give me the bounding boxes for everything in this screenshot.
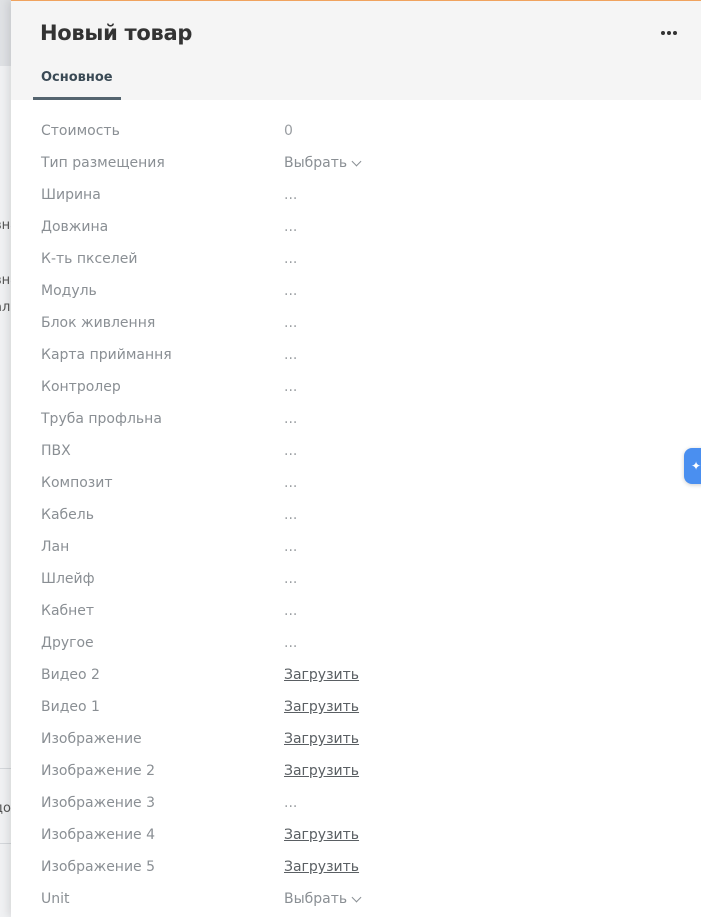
field-value[interactable]: ... [284,339,297,371]
select-dropdown[interactable]: Выбрать [284,147,362,179]
field-row: Изображение Загрузить [41,723,681,755]
field-row: Контролер... [41,371,681,403]
field-label: Блок живлення [41,315,156,331]
field-value[interactable]: ... [284,595,297,627]
field-row: Видео 1 Загрузить [41,691,681,723]
select-dropdown[interactable]: Выбрать [284,883,362,915]
field-value[interactable]: ... [284,179,297,211]
chevron-down-icon [351,156,362,166]
field-label: Ширина [41,187,101,203]
field-label: Тип размещения [41,155,165,171]
upload-link[interactable]: Загрузить [284,819,359,851]
field-row: Изображение 4 Загрузить [41,819,681,851]
field-row: Шлейф... [41,563,681,595]
background-text-fragment: до [0,801,11,816]
more-options-button[interactable] [657,23,681,43]
field-label: Контролер [41,379,121,395]
field-row: Тип размещения Выбрать [41,147,681,179]
field-label: Изображение 4 [41,827,156,843]
upload-link[interactable]: Загрузить [284,659,359,691]
field-label: Лан [41,539,70,555]
ellipsis-dot [673,31,677,35]
field-label: Довжина [41,219,109,235]
field-value[interactable]: ... [284,627,297,659]
chevron-down-icon [351,892,362,902]
field-row: Ширина... [41,179,681,211]
field-row: Изображение 5 Загрузить [41,851,681,883]
field-label: Unit [41,891,70,907]
field-row: Изображение 3... [41,787,681,819]
field-value[interactable]: ... [284,211,297,243]
field-row: Unit Выбрать [41,883,681,915]
field-value[interactable]: ... [284,563,297,595]
field-row: Карта приймання... [41,339,681,371]
tab-bar: Основное [33,64,121,100]
new-product-panel: Новый товар Основное Стоимость 0 Тип разме… [11,0,701,917]
field-row: Композит... [41,467,681,499]
panel-header: Новый товар Основное [11,1,701,100]
upload-link[interactable]: Загрузить [284,691,359,723]
field-label: Кабель [41,507,94,523]
field-row: Труба профльна... [41,403,681,435]
field-row: Блок живлення... [41,307,681,339]
panel-title: Новый товар [40,21,193,45]
field-label: К-ть пкселей [41,251,138,267]
field-row: Кабель... [41,499,681,531]
fields-list: Стоимость 0 Тип размещения Выбрать Ширина...… [41,115,681,915]
field-row: Другое... [41,627,681,659]
field-value[interactable]: ... [284,371,297,403]
upload-link[interactable]: Загрузить [284,851,359,883]
field-value[interactable]: ... [284,467,297,499]
field-row: Видео 2 Загрузить [41,659,681,691]
ellipsis-horizontal-icon [661,31,665,35]
field-row: Модуль... [41,275,681,307]
field-label: Кабнет [41,603,95,619]
field-label: Видео 1 [41,699,100,715]
select-value: Выбрать [284,891,348,907]
upload-link[interactable]: Загрузить [284,755,359,787]
field-value[interactable]: ... [284,307,297,339]
field-value[interactable]: ... [284,403,297,435]
field-row: Довжина... [41,211,681,243]
field-label: Стоимость [41,123,120,139]
field-value[interactable]: ... [284,275,297,307]
tab-main[interactable]: Основное [33,64,121,100]
field-label: Изображение 3 [41,795,156,811]
field-label: Труба профльна [41,411,162,427]
field-row: ПВХ... [41,435,681,467]
field-value[interactable]: ... [284,499,297,531]
upload-link[interactable]: Загрузить [284,723,359,755]
field-label: ПВХ [41,443,71,459]
field-label: Модуль [41,283,97,299]
sparkle-icon: ✦ [690,459,701,473]
ellipsis-dot [667,31,671,35]
ai-assistant-button[interactable]: ✦ [684,448,701,484]
field-label: Шлейф [41,571,95,587]
field-row: Изображение 2 Загрузить [41,755,681,787]
field-label: Видео 2 [41,667,100,683]
field-value[interactable]: ... [284,787,297,819]
field-label: Изображение [41,731,142,747]
field-row: Лан... [41,531,681,563]
field-label: Изображение 5 [41,859,156,875]
field-label: Изображение 2 [41,763,156,779]
select-value: Выбрать [284,155,348,171]
field-value[interactable]: ... [284,435,297,467]
field-row: Стоимость 0 [41,115,681,147]
field-value[interactable]: ... [284,243,297,275]
field-row: Кабнет... [41,595,681,627]
field-label: Другое [41,635,94,651]
field-label: Композит [41,475,113,491]
field-row: К-ть пкселей... [41,243,681,275]
field-value[interactable]: 0 [284,115,293,147]
field-label: Карта приймання [41,347,172,363]
field-value[interactable]: ... [284,531,297,563]
